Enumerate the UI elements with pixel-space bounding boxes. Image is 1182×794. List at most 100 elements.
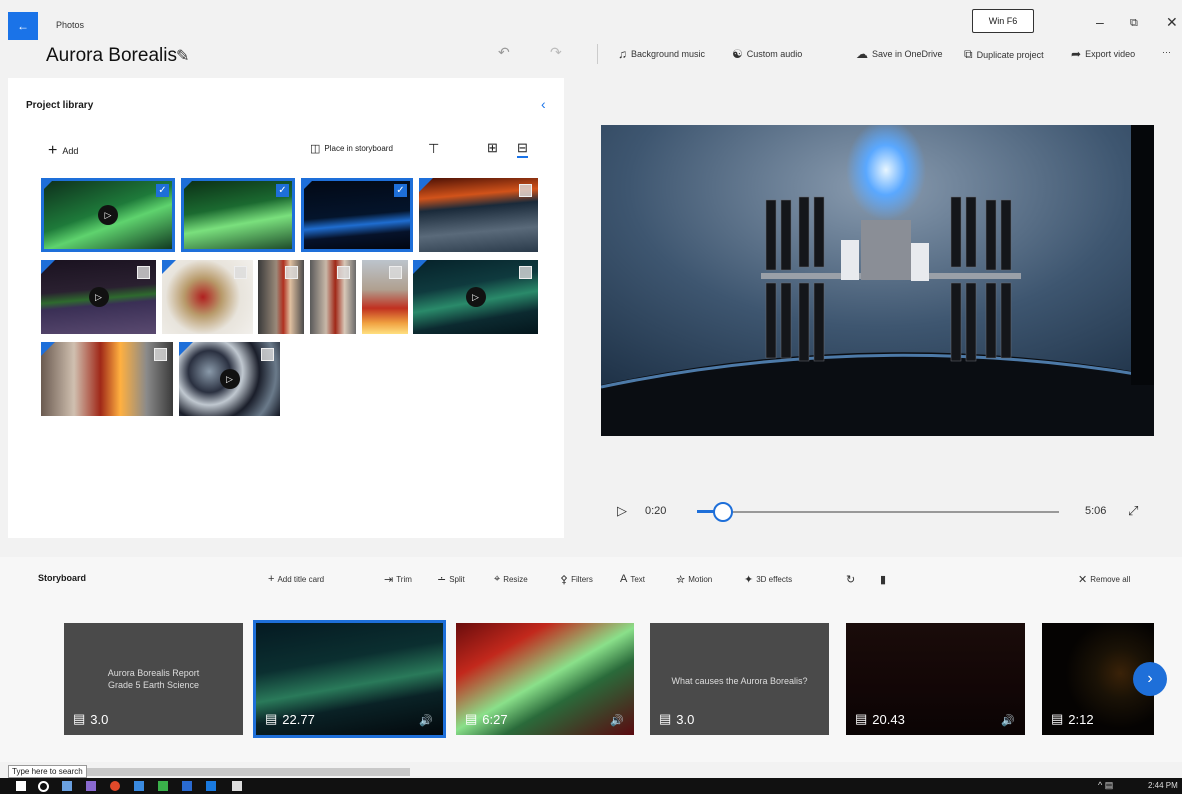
app-icon[interactable] bbox=[86, 781, 96, 791]
cloud-icon: ☁ bbox=[856, 47, 868, 61]
add-media-button[interactable]: + Add bbox=[48, 142, 78, 160]
task-view-icon[interactable] bbox=[62, 781, 72, 791]
media-thumbnail[interactable] bbox=[258, 260, 304, 334]
media-thumbnail[interactable]: ✓ bbox=[301, 178, 413, 252]
split-button[interactable]: ∸ Split bbox=[437, 573, 465, 586]
export-video-button[interactable]: ➦ Export video bbox=[1071, 47, 1135, 61]
export-label: Export video bbox=[1085, 49, 1136, 59]
motion-icon: ✮ bbox=[676, 574, 686, 586]
app-icon[interactable] bbox=[206, 781, 216, 791]
media-thumbnail[interactable]: ✓ bbox=[181, 178, 295, 252]
video-preview[interactable] bbox=[601, 125, 1154, 436]
checkbox-checked[interactable]: ✓ bbox=[276, 184, 289, 197]
media-thumbnail[interactable] bbox=[162, 260, 253, 334]
restore-icon[interactable]: ⧉ bbox=[1130, 17, 1138, 30]
browser-icon[interactable] bbox=[110, 781, 120, 791]
project-title[interactable]: Aurora Borealis bbox=[46, 45, 177, 67]
checkbox-unchecked[interactable] bbox=[234, 266, 247, 279]
media-thumbnail[interactable]: ▷ bbox=[179, 342, 280, 416]
delete-icon[interactable]: ▮ bbox=[880, 573, 886, 586]
3d-effects-button[interactable]: ✦ 3D effects bbox=[744, 573, 792, 586]
checkbox-unchecked[interactable] bbox=[154, 348, 167, 361]
large-grid-view-icon[interactable]: ⊟ bbox=[517, 140, 528, 158]
place-in-storyboard-button[interactable]: ◫ Place in storyboard bbox=[310, 142, 393, 155]
undo-icon[interactable]: ↶ bbox=[498, 44, 510, 61]
title-card-icon: ▤ bbox=[659, 711, 672, 726]
chevron-right-icon: › bbox=[1147, 670, 1153, 687]
add-title-card-button[interactable]: + Add title card bbox=[268, 573, 324, 585]
search-icon[interactable] bbox=[38, 781, 49, 792]
taskbar-search-box[interactable]: Type here to search bbox=[8, 765, 87, 778]
filters-button[interactable]: ⚴ Filters bbox=[560, 573, 593, 586]
rotate-icon[interactable]: ↻ bbox=[846, 573, 855, 586]
added-marker bbox=[301, 178, 315, 192]
media-thumbnail[interactable]: ✓ ▷ bbox=[41, 178, 175, 252]
background-music-button[interactable]: ♫ Background music bbox=[618, 47, 705, 61]
checkbox-unchecked[interactable] bbox=[337, 266, 350, 279]
storyboard-card[interactable]: What causes the Aurora Borealis? ▤ 3.0 bbox=[650, 623, 829, 735]
motion-label: Motion bbox=[688, 575, 713, 584]
trim-button[interactable]: ⇥ Trim bbox=[384, 573, 412, 586]
storyboard-title: Storyboard bbox=[38, 573, 87, 583]
app-icon[interactable] bbox=[158, 781, 168, 791]
seek-thumb[interactable] bbox=[713, 502, 734, 522]
checkbox-checked[interactable]: ✓ bbox=[394, 184, 407, 197]
media-thumbnail[interactable]: ▷ bbox=[413, 260, 538, 334]
app-icon[interactable] bbox=[182, 781, 192, 791]
media-thumbnail[interactable] bbox=[362, 260, 408, 334]
rename-pencil-icon[interactable]: ✎ bbox=[176, 46, 189, 66]
storyboard-card[interactable]: ▤ 20.43 🔊 bbox=[846, 623, 1025, 735]
scroll-next-button[interactable]: › bbox=[1133, 662, 1167, 696]
photos-app-icon[interactable] bbox=[232, 781, 242, 791]
remove-all-label: Remove all bbox=[1090, 575, 1131, 584]
chevron-left-icon[interactable]: ‹ bbox=[541, 96, 546, 112]
media-thumbnail[interactable] bbox=[419, 178, 538, 252]
media-thumbnail[interactable] bbox=[310, 260, 356, 334]
storyboard-card[interactable]: ▤ 6:27 🔊 bbox=[456, 623, 634, 735]
text-icon: A bbox=[620, 573, 628, 585]
media-thumbnail[interactable]: ▷ bbox=[41, 260, 156, 334]
start-icon[interactable] bbox=[16, 781, 26, 791]
custom-audio-button[interactable]: ☯ Custom audio bbox=[732, 47, 802, 61]
duplicate-project-button[interactable]: ⧉ Duplicate project bbox=[964, 47, 1044, 62]
trim-label: Trim bbox=[396, 575, 412, 584]
app-icon[interactable] bbox=[134, 781, 144, 791]
checkbox-checked[interactable]: ✓ bbox=[156, 184, 169, 197]
3d-effects-icon: ✦ bbox=[744, 574, 754, 586]
delete-icon[interactable]: ⊤ bbox=[428, 141, 439, 157]
grid-view-icon[interactable]: ⊞ bbox=[487, 140, 498, 156]
card-duration-text: 6:27 bbox=[482, 711, 508, 727]
speaker-icon[interactable]: 🔊 bbox=[419, 714, 433, 727]
checkbox-unchecked[interactable] bbox=[519, 266, 532, 279]
added-marker bbox=[41, 260, 55, 274]
storyboard-card[interactable]: Aurora Borealis Report Grade 5 Earth Sci… bbox=[64, 623, 243, 735]
play-icon[interactable]: ▷ bbox=[617, 503, 627, 519]
play-icon: ▷ bbox=[88, 287, 109, 307]
card-duration-text: 2:12 bbox=[1068, 711, 1094, 727]
place-label: Place in storyboard bbox=[324, 144, 393, 153]
checkbox-unchecked[interactable] bbox=[389, 266, 402, 279]
minimize-icon[interactable]: – bbox=[1096, 14, 1104, 30]
motion-button[interactable]: ✮ Motion bbox=[676, 573, 712, 586]
split-icon: ∸ bbox=[437, 574, 447, 586]
checkbox-unchecked[interactable] bbox=[261, 348, 274, 361]
media-thumbnail[interactable] bbox=[41, 342, 173, 416]
system-tray-icon[interactable]: ^ ▤ bbox=[1098, 780, 1113, 791]
remove-all-button[interactable]: ✕ Remove all bbox=[1078, 573, 1130, 586]
speaker-icon[interactable]: 🔊 bbox=[1001, 714, 1015, 727]
more-options-button[interactable]: ··· bbox=[1162, 47, 1171, 57]
redo-icon[interactable]: ↷ bbox=[550, 44, 562, 61]
resize-button[interactable]: ⌖ Resize bbox=[494, 573, 528, 586]
checkbox-unchecked[interactable] bbox=[285, 266, 298, 279]
text-button[interactable]: A Text bbox=[620, 573, 645, 585]
added-marker bbox=[413, 260, 427, 274]
checkbox-unchecked[interactable] bbox=[519, 184, 532, 197]
storyboard-card[interactable]: ▤ 22.77 🔊 bbox=[253, 620, 446, 738]
close-icon[interactable]: ✕ bbox=[1166, 14, 1178, 31]
speaker-icon[interactable]: 🔊 bbox=[610, 714, 624, 727]
back-button[interactable]: ← bbox=[8, 12, 38, 40]
expand-icon[interactable]: ⤢ bbox=[1128, 503, 1138, 519]
seek-bar[interactable] bbox=[697, 511, 1059, 513]
save-onedrive-button[interactable]: ☁ Save in OneDrive bbox=[856, 47, 943, 61]
checkbox-unchecked[interactable] bbox=[137, 266, 150, 279]
